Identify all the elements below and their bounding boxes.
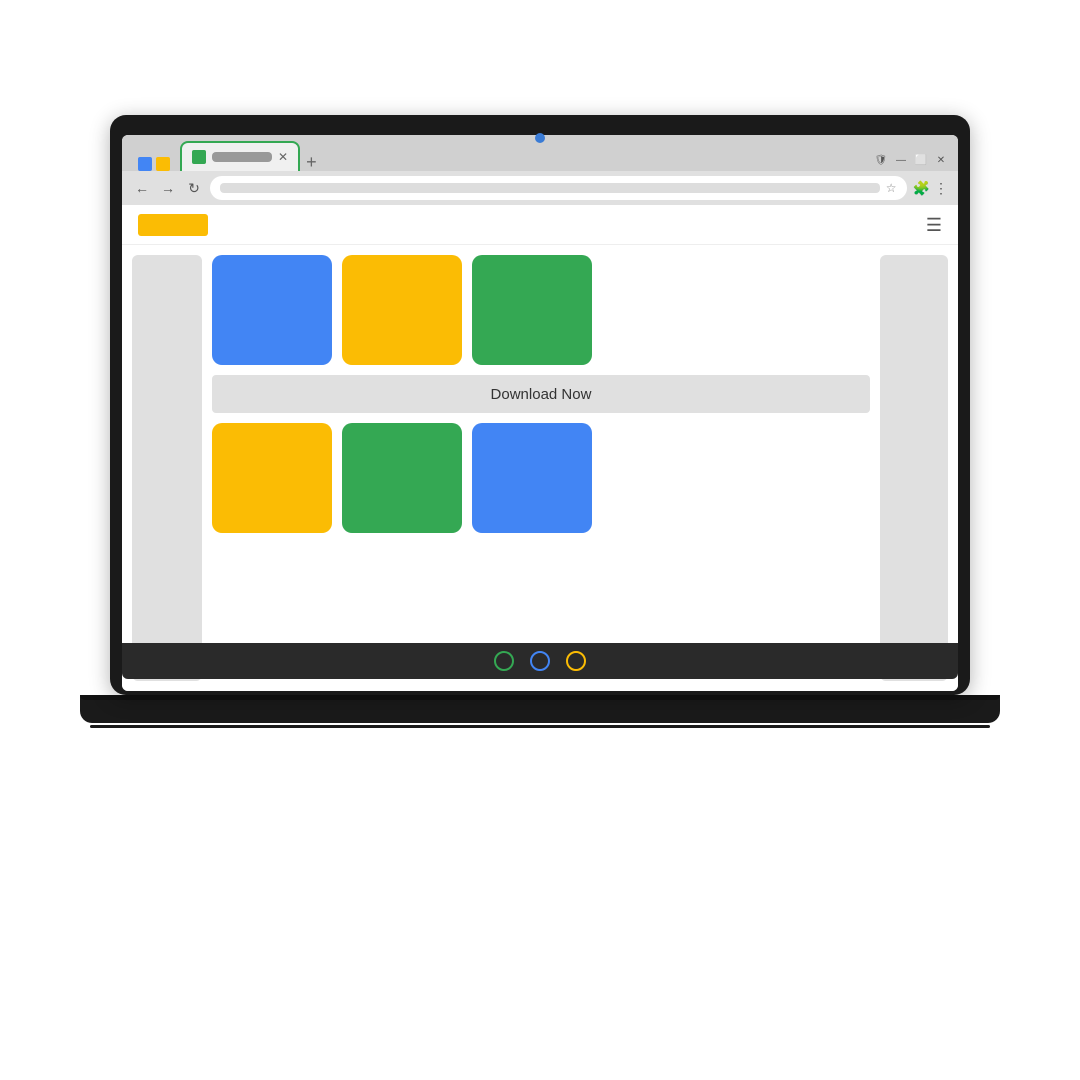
browser-chrome: ✕ + 🛡 — ⬜ ✕ ← → [122,135,958,205]
card-yellow-2 [212,423,332,533]
maximize-button[interactable]: ⬜ [914,153,928,167]
laptop-base [80,695,1000,723]
card-yellow-1 [342,255,462,365]
hamburger-menu[interactable]: ☰ [926,216,942,234]
favicon-green-active [192,150,206,164]
extensions-icon[interactable]: 🧩 [913,180,930,197]
back-button[interactable]: ← [132,178,152,198]
minimize-button[interactable]: — [894,153,908,167]
sidebar-right [880,255,948,681]
card-blue-2 [472,423,592,533]
window-close-button[interactable]: ✕ [934,153,948,167]
active-tab[interactable]: ✕ [180,141,300,171]
bookmark-icon[interactable]: ☆ [886,181,897,195]
taskbar-dot-yellow [566,651,586,671]
card-green-1 [472,255,592,365]
url-text [220,183,880,193]
page-navbar: ☰ [122,205,958,245]
tab-close-button[interactable]: ✕ [278,150,288,164]
taskbar [122,643,958,679]
inactive-tabs [132,157,176,171]
laptop-scene: ✕ + 🛡 — ⬜ ✕ ← → [90,115,990,965]
forward-button[interactable]: → [158,178,178,198]
tab-title-placeholder [212,152,272,162]
laptop-shadow [90,725,990,728]
screen-area: ✕ + 🛡 — ⬜ ✕ ← → [122,135,958,691]
taskbar-dot-green [494,651,514,671]
laptop-body: ✕ + 🛡 — ⬜ ✕ ← → [110,115,970,695]
cards-row-bottom [212,423,870,533]
page-main: Download Now [122,245,958,691]
browser-controls-row: ← → ↻ ☆ 🧩 ⋮ [122,171,958,205]
address-bar[interactable]: ☆ [210,176,907,200]
card-blue-1 [212,255,332,365]
refresh-button[interactable]: ↻ [184,178,204,198]
sidebar-left [132,255,202,681]
webcam-dot [535,133,545,143]
menu-icon[interactable]: ⋮ [934,180,948,197]
window-controls: 🛡 — ⬜ ✕ [874,153,948,171]
card-green-2 [342,423,462,533]
favicon-yellow [156,157,170,171]
favicon-blue [138,157,152,171]
new-tab-button[interactable]: + [306,153,317,171]
taskbar-dot-blue [530,651,550,671]
page-content: ☰ [122,205,958,691]
laptop-stand [80,695,1000,700]
cards-row-top [212,255,870,365]
logo [138,214,208,236]
shield-icon: 🛡 [874,153,888,167]
content-center: Download Now [212,255,870,681]
download-now-button[interactable]: Download Now [212,375,870,413]
laptop-bezel: ✕ + 🛡 — ⬜ ✕ ← → [110,115,970,695]
browser-actions: 🧩 ⋮ [913,180,948,197]
